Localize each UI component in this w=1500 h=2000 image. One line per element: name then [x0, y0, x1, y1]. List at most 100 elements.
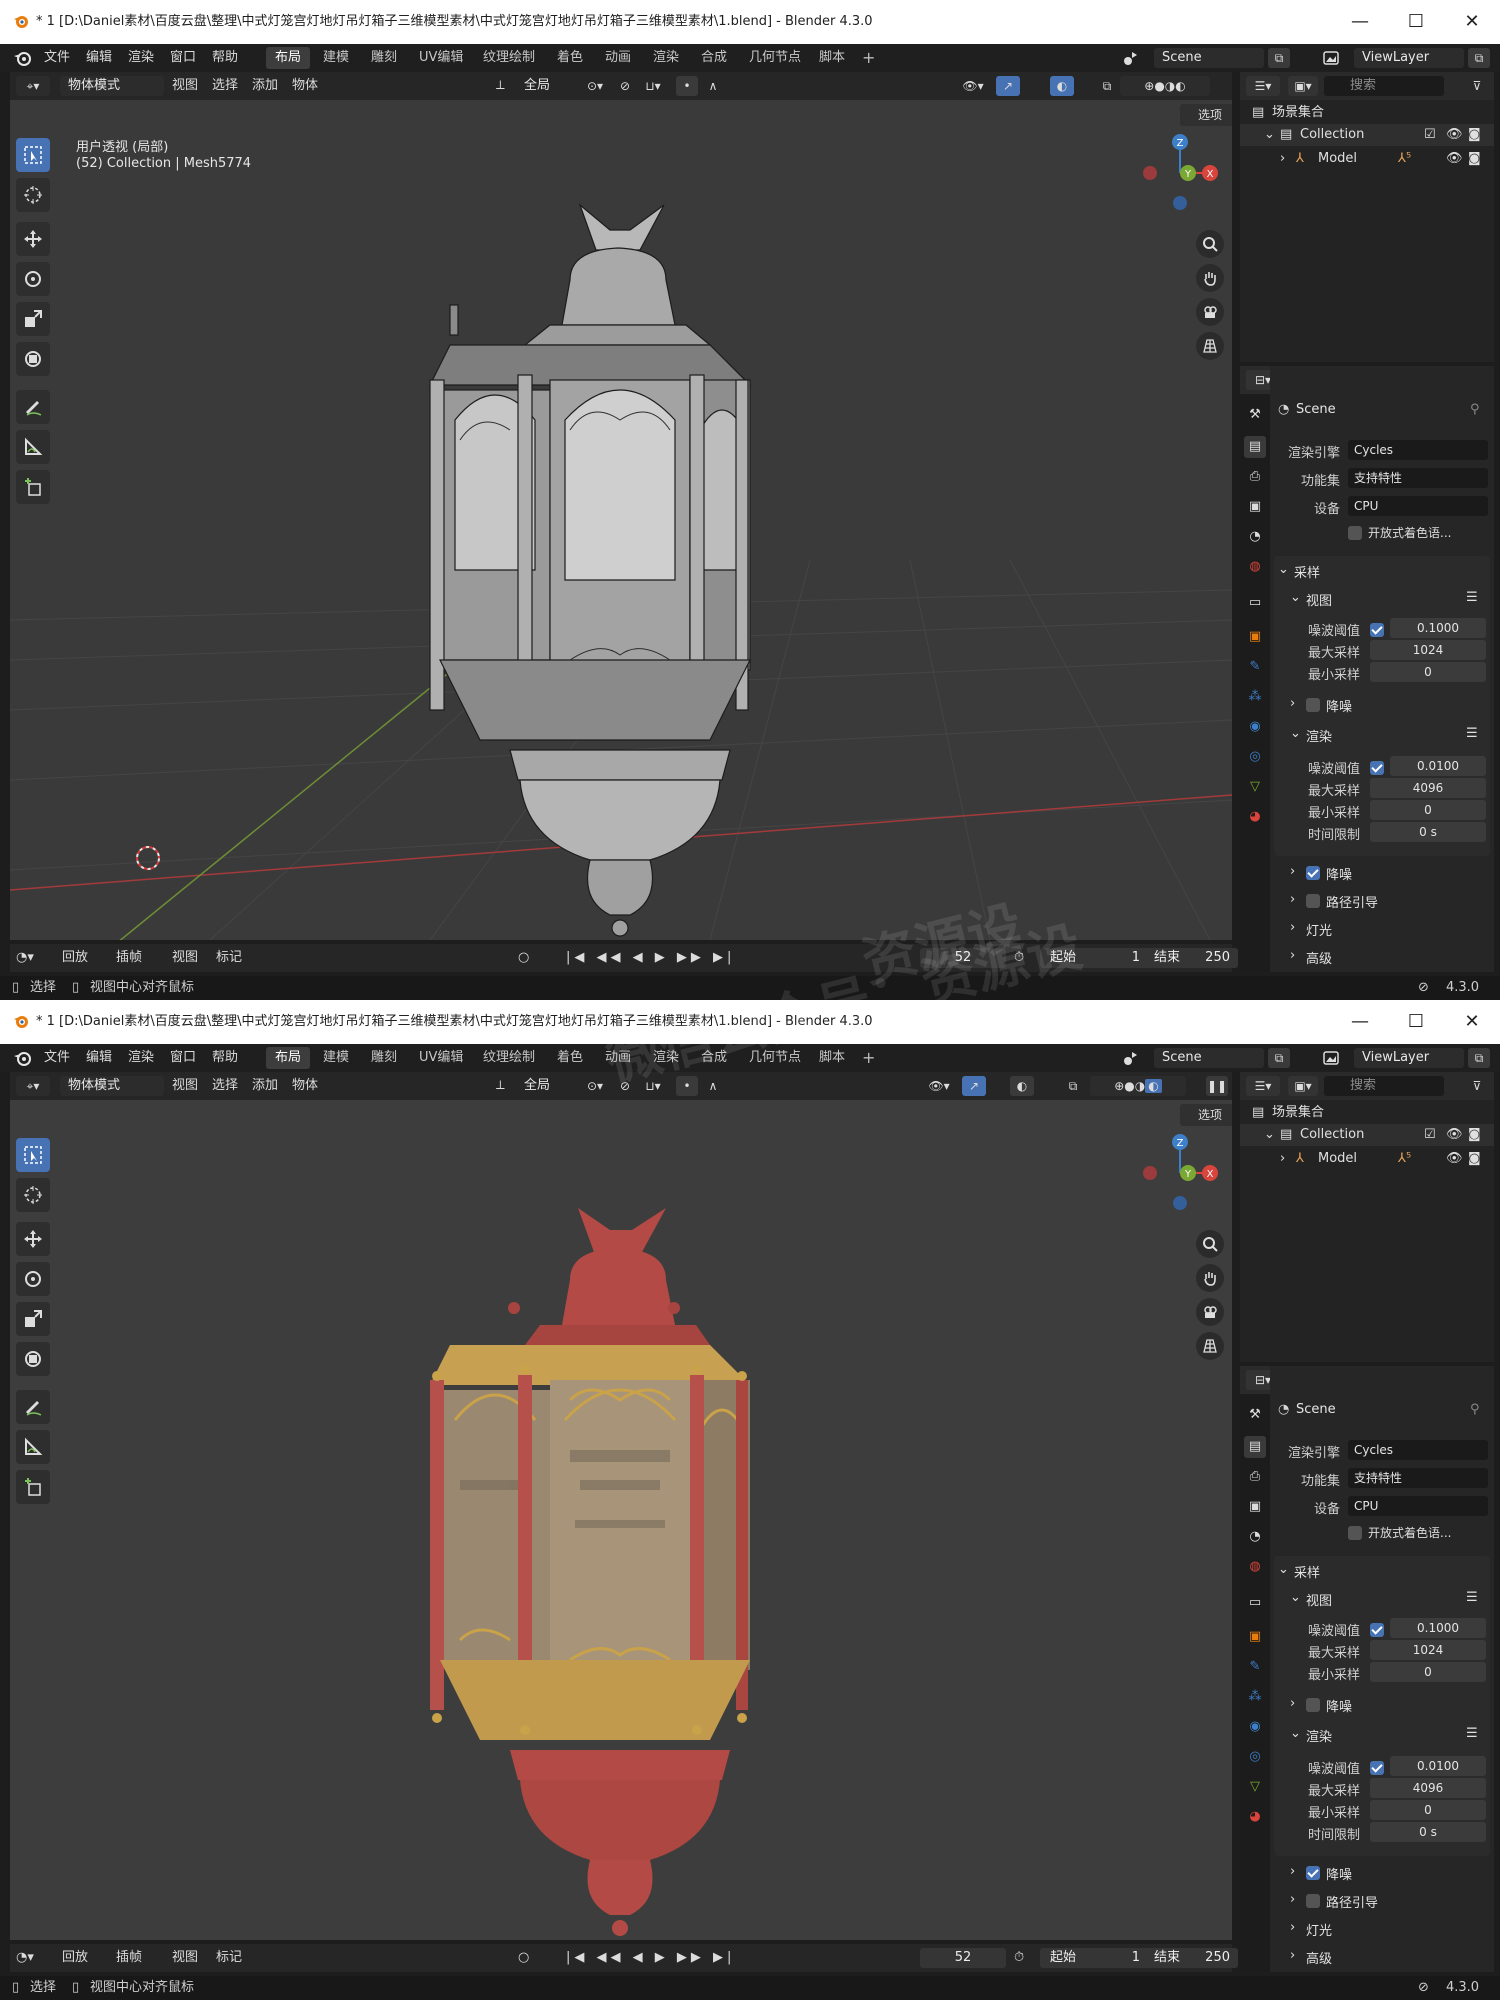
path-guiding-checkbox[interactable] [1306, 894, 1320, 908]
stopwatch-icon[interactable]: ⏱ [1014, 1944, 1024, 1972]
r-denoise-expand-arrow[interactable]: › [1290, 1864, 1295, 1879]
view-layer-tab-icon[interactable]: ▣ [1244, 1496, 1266, 1518]
menu-object[interactable]: 物体 [292, 72, 318, 100]
workspace-tab-sculpting[interactable]: 雕刻 [362, 47, 406, 69]
view-layer-selector[interactable]: ViewLayer [1354, 1048, 1464, 1068]
workspace-tab-sculpting[interactable]: 雕刻 [362, 1047, 406, 1069]
minimize-button[interactable]: — [1332, 1000, 1388, 1044]
eye-icon[interactable]: 👁 [1446, 1148, 1463, 1170]
r-noise-field[interactable]: 0.0100 [1390, 1756, 1486, 1776]
lights-expand-arrow[interactable]: › [1290, 1920, 1295, 1935]
advanced-label[interactable]: 高级 [1306, 1948, 1332, 1967]
particles-tab-icon[interactable]: ⁂ [1244, 1686, 1266, 1708]
v-min-field[interactable]: 0 [1370, 1662, 1486, 1682]
viewport-expand-arrow[interactable]: ⌄ [1290, 590, 1301, 605]
transform-orientation-icon[interactable]: ⟂ [496, 72, 505, 100]
data-tab-icon[interactable]: ▽ [1244, 1776, 1266, 1798]
display-mode-icon[interactable]: ▣▾ [1288, 1076, 1318, 1096]
menu-add[interactable]: 添加 [252, 1072, 278, 1100]
3d-viewport[interactable]: 选项 Z X Y [10, 1100, 1232, 1940]
r-time-field[interactable]: 0 s [1370, 822, 1486, 842]
menu-edit[interactable]: 编辑 [86, 1044, 112, 1072]
tool-select-box[interactable] [16, 138, 50, 172]
outliner-row-model[interactable]: › ⅄ Model ⅄⁵ 👁 ◙ [1240, 1148, 1494, 1170]
editor-type-icon[interactable]: ⌖▾ [16, 76, 50, 96]
outliner-editor-icon[interactable]: ☰▾ [1246, 1076, 1280, 1096]
workspace-tab-scripting[interactable]: 脚本 [810, 1047, 854, 1069]
close-button[interactable]: ✕ [1444, 0, 1500, 44]
lights-expand-arrow[interactable]: › [1290, 920, 1295, 935]
expand-arrow-icon[interactable]: ⌄ [1264, 1124, 1275, 1146]
r-min-field[interactable]: 0 [1370, 800, 1486, 820]
workspace-tab-layout[interactable]: 布局 [266, 1047, 311, 1069]
tool-scale[interactable] [16, 302, 50, 336]
scene-tab-icon[interactable]: ◔ [1244, 1526, 1266, 1548]
path-guiding-expand-arrow[interactable]: › [1290, 1892, 1295, 1907]
outliner-row-scene-collection[interactable]: ▤ 场景集合 [1240, 102, 1494, 124]
tool-cursor[interactable] [16, 178, 50, 212]
workspace-tab-rendering[interactable]: 渲染 [644, 47, 688, 69]
viewport-subpanel-header[interactable]: 视图 [1306, 590, 1332, 609]
advanced-expand-arrow[interactable]: › [1290, 948, 1295, 963]
world-tab-icon[interactable]: ◍ [1244, 556, 1266, 578]
filter-icon[interactable]: ⊽ [1466, 76, 1488, 96]
r-max-field[interactable]: 4096 [1370, 778, 1486, 798]
camera-render-icon[interactable]: ◙ [1468, 1124, 1481, 1146]
pan-button[interactable] [1196, 1264, 1224, 1292]
lights-label[interactable]: 灯光 [1306, 1920, 1332, 1939]
r-max-field[interactable]: 4096 [1370, 1778, 1486, 1798]
object-tab-icon[interactable]: ▣ [1244, 626, 1266, 648]
tool-select-box[interactable] [16, 1138, 50, 1172]
end-frame-field[interactable]: 结束 250 [1144, 1948, 1238, 1968]
camera-render-icon[interactable]: ◙ [1468, 148, 1481, 170]
view-layer-tab-icon[interactable]: ▣ [1244, 496, 1266, 518]
r-time-field[interactable]: 0 s [1370, 1822, 1486, 1842]
checkbox-icon[interactable]: ☑ [1424, 1124, 1436, 1146]
v-denoise-checkbox[interactable] [1306, 698, 1320, 712]
v-denoise-label[interactable]: 降噪 [1326, 696, 1352, 715]
editor-type-icon[interactable]: ⌖▾ [16, 1076, 50, 1096]
maximize-button[interactable]: ☐ [1388, 1000, 1444, 1044]
falloff-icon[interactable]: ∧ [702, 1076, 724, 1096]
collection-tab-icon[interactable]: ▭ [1244, 592, 1266, 614]
r-denoise-expand-arrow[interactable]: › [1290, 864, 1295, 879]
pivot-icon[interactable]: ⊙▾ [580, 76, 610, 96]
menu-add[interactable]: 添加 [252, 72, 278, 100]
menu-render[interactable]: 渲染 [128, 44, 154, 72]
playback-controls[interactable]: |◀ ◀◀ ◀ ▶ ▶▶ ▶| [566, 1944, 735, 1972]
material-tab-icon[interactable]: ◕ [1244, 806, 1266, 828]
workspace-tab-texture-paint[interactable]: 纹理绘制 [474, 47, 544, 69]
workspace-tab-shading[interactable]: 着色 [548, 1047, 592, 1069]
new-view-layer-button[interactable]: ⧉ [1468, 48, 1490, 68]
tool-rotate[interactable] [16, 1262, 50, 1296]
record-button[interactable]: ○ [518, 1944, 529, 1972]
render-expand-arrow[interactable]: ⌄ [1290, 1726, 1301, 1741]
navigation-gizmo[interactable]: Z X Y [1140, 128, 1220, 218]
timeline-editor-icon[interactable]: ◔▾ [16, 944, 34, 972]
current-frame-field[interactable]: 52 [920, 1948, 1006, 1968]
sampling-header[interactable]: 采样 [1294, 1562, 1320, 1581]
xray-toggle-icon[interactable]: ⧉ [1096, 76, 1118, 96]
add-workspace-button[interactable]: + [862, 1044, 875, 1072]
checkbox-icon[interactable]: ☑ [1424, 124, 1436, 146]
gizmo-toggle-icon[interactable]: ↗ [962, 1076, 986, 1096]
transform-orientation-dropdown[interactable]: 全局 [516, 1076, 576, 1096]
tool-add-cube[interactable] [16, 1470, 50, 1504]
overlay-toggle-icon[interactable]: ◐ [1050, 76, 1074, 96]
data-tab-icon[interactable]: ▽ [1244, 776, 1266, 798]
menu-object[interactable]: 物体 [292, 1072, 318, 1100]
r-denoise-label[interactable]: 降噪 [1326, 1864, 1352, 1883]
mode-dropdown[interactable]: 物体模式 [60, 1076, 164, 1096]
r-denoise-checkbox[interactable] [1306, 866, 1320, 880]
playback-controls[interactable]: |◀ ◀◀ ◀ ▶ ▶▶ ▶| [566, 944, 735, 972]
list-icon[interactable]: ☰ [1466, 1726, 1478, 1741]
pause-render-button[interactable]: ❚❚ [1206, 1076, 1228, 1096]
workspace-tab-scripting[interactable]: 脚本 [810, 47, 854, 69]
workspace-tab-shading[interactable]: 着色 [548, 47, 592, 69]
camera-view-button[interactable] [1196, 1298, 1224, 1326]
menu-render[interactable]: 渲染 [128, 1044, 154, 1072]
list-icon[interactable]: ☰ [1466, 1590, 1478, 1605]
3d-viewport[interactable]: 用户透视 (局部) (52) Collection | Mesh5774 选项 … [10, 100, 1232, 940]
path-guiding-label[interactable]: 路径引导 [1326, 1892, 1378, 1911]
collection-tab-icon[interactable]: ▭ [1244, 1592, 1266, 1614]
